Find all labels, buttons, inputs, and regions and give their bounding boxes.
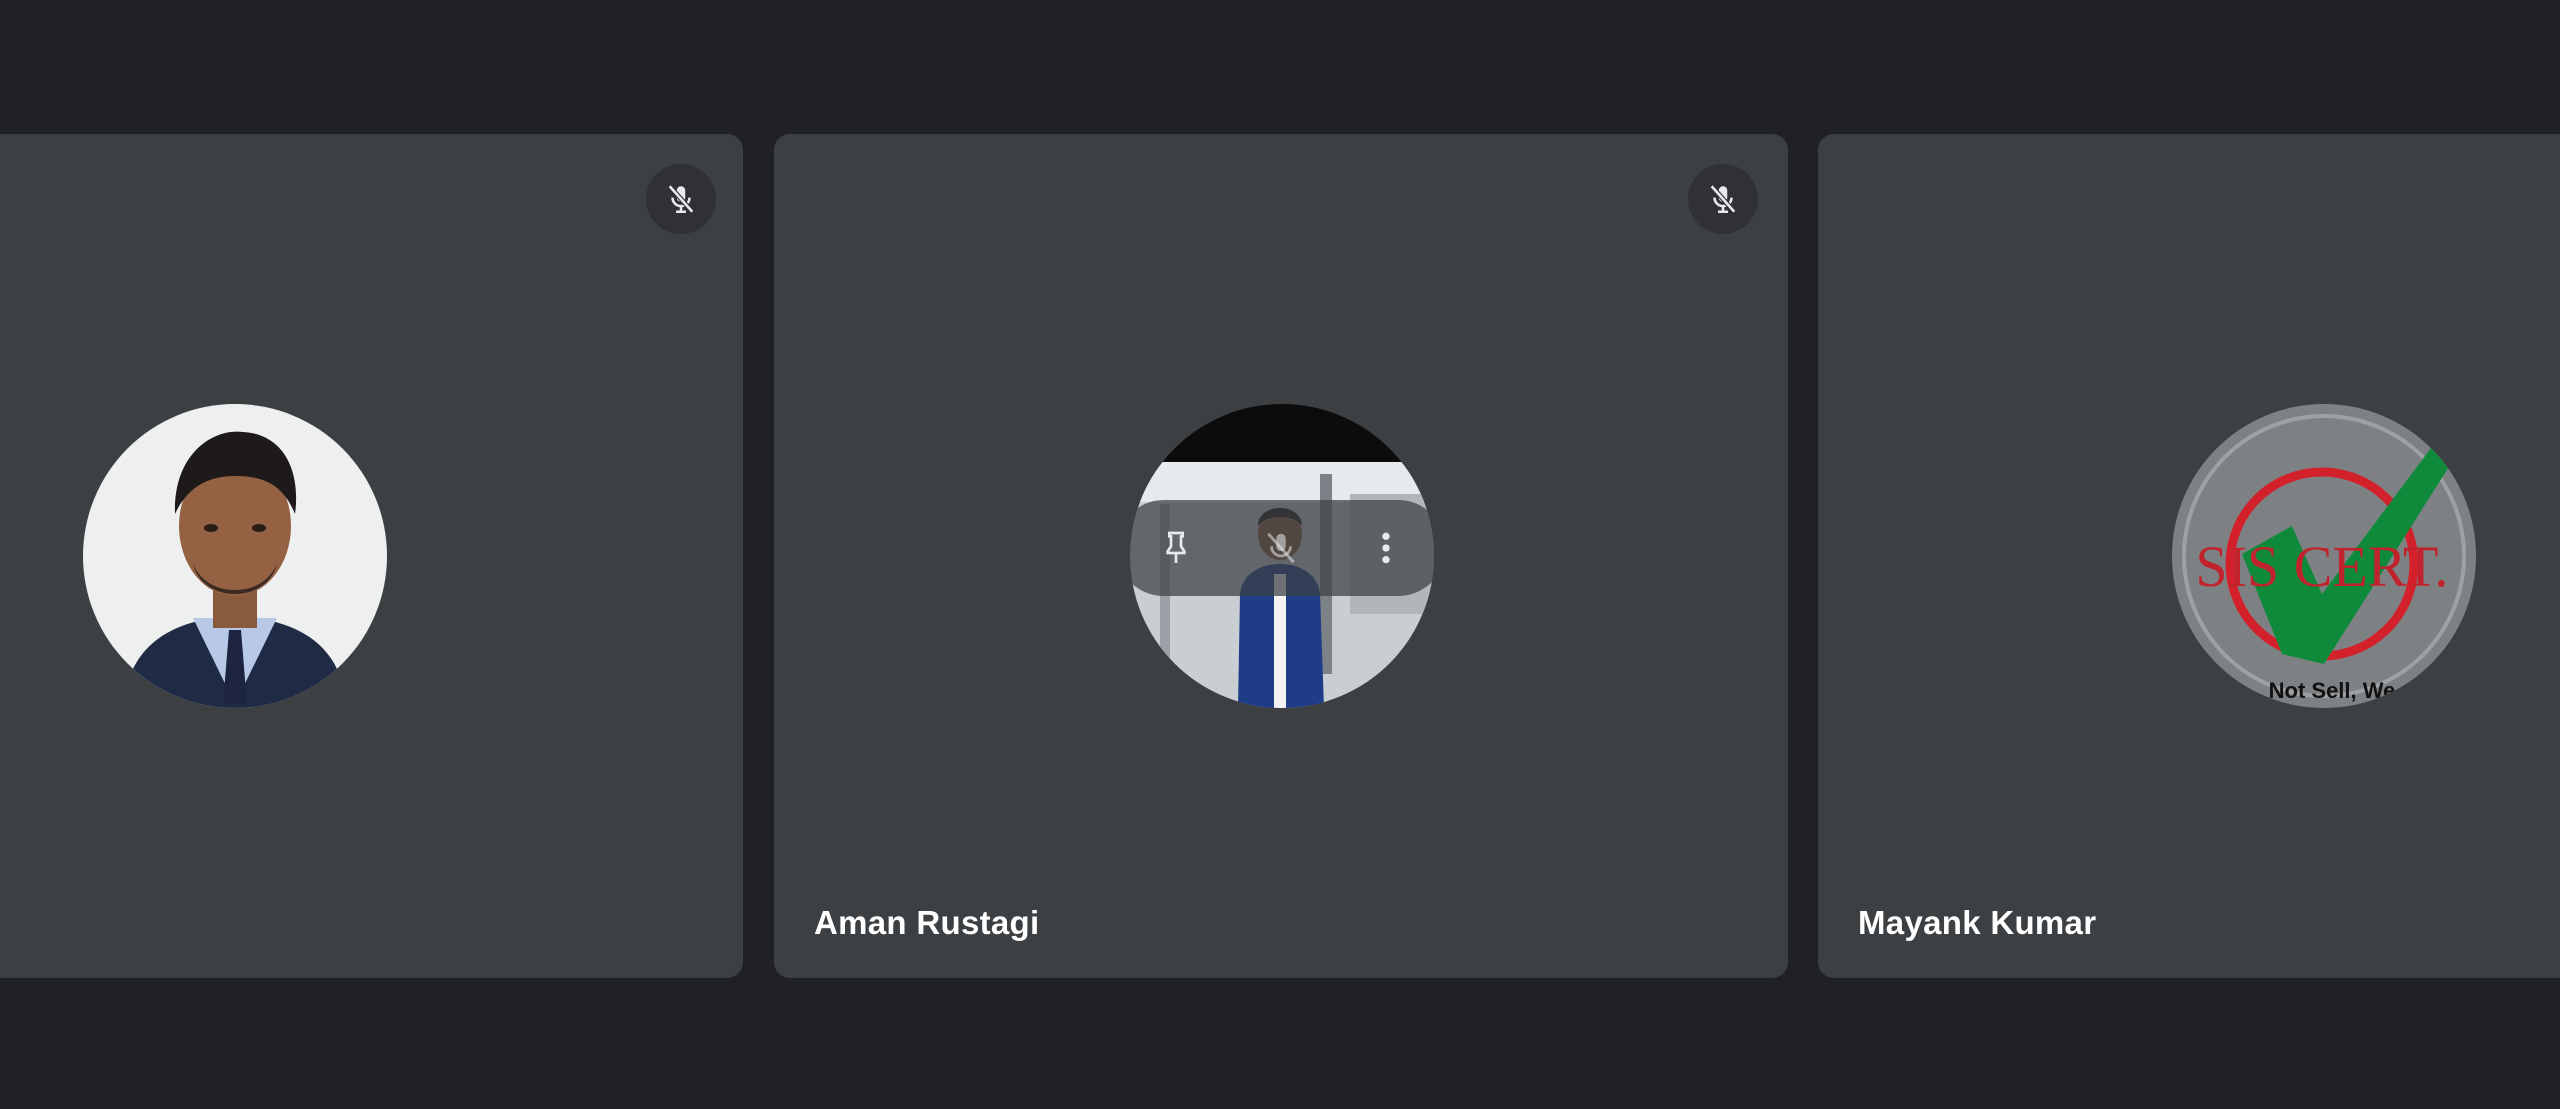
- mic-off-icon: [667, 184, 695, 214]
- more-vert-icon: [1382, 532, 1390, 564]
- person-portrait-photo: [83, 404, 387, 708]
- pin-icon: [1166, 531, 1186, 563]
- logo-text: SIS CERT.: [2195, 534, 2448, 599]
- more-options-button[interactable]: [1354, 516, 1418, 580]
- participant-name: Mayank Kumar: [1858, 904, 2097, 941]
- muted-indicator: [646, 164, 716, 234]
- mic-off-icon: [1709, 184, 1737, 214]
- participant-tile[interactable]: SIS CERT. Not Sell, We Mayank Kumar: [1818, 134, 2560, 978]
- pin-button[interactable]: [1144, 516, 1208, 580]
- meeting-grid: gi: [0, 0, 2560, 1109]
- avatar: SIS CERT. Not Sell, We: [2172, 404, 2476, 708]
- sis-cert-logo: SIS CERT. Not Sell, We: [2172, 404, 2476, 708]
- logo-subtext: Not Sell, We: [2269, 678, 2396, 703]
- participant-name: Aman Rustagi: [814, 904, 1040, 941]
- muted-indicator: [1688, 164, 1758, 234]
- mute-participant-button[interactable]: [1249, 516, 1313, 580]
- participant-tile[interactable]: gi: [0, 134, 743, 978]
- avatar: [83, 404, 387, 708]
- mic-off-icon: [1267, 532, 1295, 564]
- participant-tile[interactable]: Aman Rustagi: [774, 134, 1788, 978]
- participant-hover-controls: [1116, 500, 1446, 596]
